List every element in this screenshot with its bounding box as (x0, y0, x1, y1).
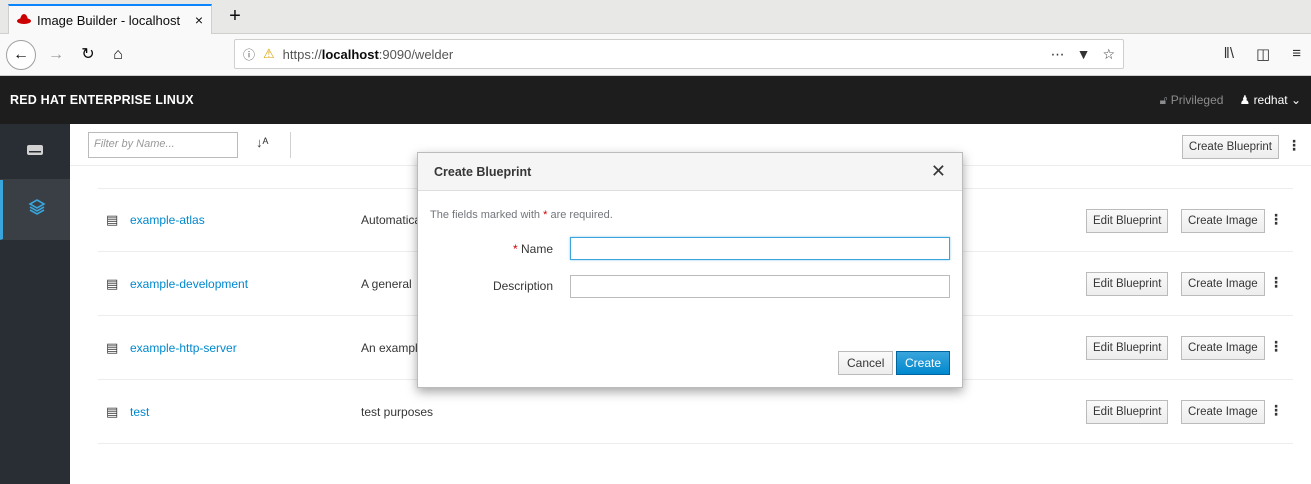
forward-button[interactable]: → (42, 42, 70, 68)
required-fields-note: The fields marked with * are required. (430, 209, 613, 221)
blueprint-icon: ▤ (106, 212, 119, 227)
masthead: RED HAT ENTERPRISE LINUX 🔓︎ Privileged ♟… (0, 76, 1311, 124)
blueprint-icon: ▤ (106, 275, 119, 291)
layers-icon (27, 198, 46, 221)
user-icon: ♟ (1239, 93, 1251, 107)
edit-blueprint-button[interactable]: Edit Blueprint (1086, 400, 1169, 424)
blueprint-description: An exampl (361, 340, 418, 355)
create-button[interactable]: Create (896, 351, 951, 375)
edit-blueprint-button[interactable]: Edit Blueprint (1086, 272, 1169, 296)
pocket-icon[interactable]: ▼ (1077, 46, 1091, 63)
tab-title: Image Builder - localhost (37, 12, 181, 28)
create-image-button[interactable]: Create Image (1181, 272, 1265, 296)
browser-nav-bar: ← → ↻ ⌂ ⓘ ⚠ https://localhost:9090/welde… (0, 34, 1311, 76)
browser-tab[interactable]: Image Builder - localhost × (8, 4, 212, 34)
edit-blueprint-button[interactable]: Edit Blueprint (1086, 209, 1169, 233)
blueprint-name-link[interactable]: example-atlas (130, 213, 205, 227)
back-button[interactable]: ← (6, 40, 36, 70)
toolbar-divider (290, 132, 291, 158)
tab-close-icon[interactable]: × (195, 12, 203, 28)
modal-title: Create Blueprint (434, 164, 532, 179)
blueprint-description: test purposes (361, 404, 434, 419)
url-bar[interactable]: ⓘ ⚠ https://localhost:9090/welder ⋯ ▼ ☆ (234, 39, 1124, 69)
create-image-button[interactable]: Create Image (1181, 400, 1265, 424)
sidebar-icon[interactable]: ◫ (1256, 45, 1270, 63)
reload-icon: ↻ (81, 46, 95, 63)
modal-header: Create Blueprint ✕ (418, 153, 962, 191)
menu-icon[interactable]: ≡ (1292, 45, 1301, 63)
list-item: ▤ test test purposes Edit Blueprint Crea… (98, 380, 1293, 444)
home-button[interactable]: ⌂ (104, 42, 132, 68)
row-kebab-icon[interactable]: ⋮ (1269, 402, 1283, 419)
create-blueprint-button[interactable]: Create Blueprint (1181, 135, 1279, 159)
brand-title: RED HAT ENTERPRISE LINUX (10, 93, 194, 107)
blueprint-icon: ▤ (106, 339, 119, 355)
more-icon[interactable]: ⋯ (1051, 46, 1065, 63)
info-icon[interactable]: ⓘ (243, 46, 255, 63)
home-icon: ⌂ (113, 46, 123, 63)
new-tab-button[interactable]: + (220, 4, 250, 30)
sidebar-item-hosts[interactable] (0, 124, 70, 180)
row-kebab-icon[interactable]: ⋮ (1269, 338, 1283, 355)
cancel-button[interactable]: Cancel (838, 351, 894, 375)
blueprint-name-link[interactable]: example-http-server (130, 341, 237, 355)
blueprint-name-link[interactable]: test (130, 405, 149, 419)
browser-tab-bar: Image Builder - localhost × + (0, 0, 1311, 34)
edit-blueprint-button[interactable]: Edit Blueprint (1086, 336, 1169, 360)
user-menu[interactable]: ♟ redhat ⌄ (1239, 93, 1301, 107)
sidebar (0, 124, 70, 484)
insecure-lock-icon[interactable]: ⚠ (263, 46, 275, 62)
create-image-button[interactable]: Create Image (1181, 336, 1265, 360)
create-image-button[interactable]: Create Image (1181, 209, 1265, 233)
description-input[interactable] (570, 275, 950, 298)
arrow-right-icon: → (48, 46, 64, 63)
filter-input[interactable]: Filter by Name... (88, 132, 238, 158)
sidebar-item-image-builder[interactable] (0, 180, 70, 240)
blueprint-icon: ▤ (106, 403, 119, 419)
row-kebab-icon[interactable]: ⋮ (1269, 211, 1283, 228)
close-icon[interactable]: ✕ (931, 161, 946, 182)
arrow-left-icon: ← (13, 46, 29, 63)
blueprint-description: A general (361, 276, 412, 291)
reload-button[interactable]: ↻ (74, 42, 102, 68)
row-kebab-icon[interactable]: ⋮ (1269, 274, 1283, 291)
chevron-down-icon: ⌄ (1290, 93, 1301, 107)
library-icon[interactable]: ‖\ (1224, 45, 1234, 63)
name-label: * Name (512, 242, 553, 256)
url-text: https://localhost:9090/welder (282, 46, 454, 62)
server-icon (26, 143, 44, 161)
toolbar-kebab-icon[interactable]: ⋮ (1287, 137, 1301, 154)
name-input[interactable] (570, 237, 950, 260)
create-blueprint-modal: Create Blueprint ✕ The fields marked wit… (417, 152, 963, 388)
sort-alpha-icon[interactable]: ↓ᴬ (256, 135, 268, 150)
description-label: Description (492, 279, 553, 293)
bookmark-star-icon[interactable]: ☆ (1102, 46, 1115, 63)
unlock-icon: 🔓︎ (1159, 92, 1168, 107)
privileged-indicator[interactable]: 🔓︎ Privileged (1160, 93, 1224, 108)
redhat-favicon-icon (17, 13, 31, 28)
blueprint-name-link[interactable]: example-development (130, 277, 248, 291)
blueprint-description: Automatica (361, 213, 422, 227)
